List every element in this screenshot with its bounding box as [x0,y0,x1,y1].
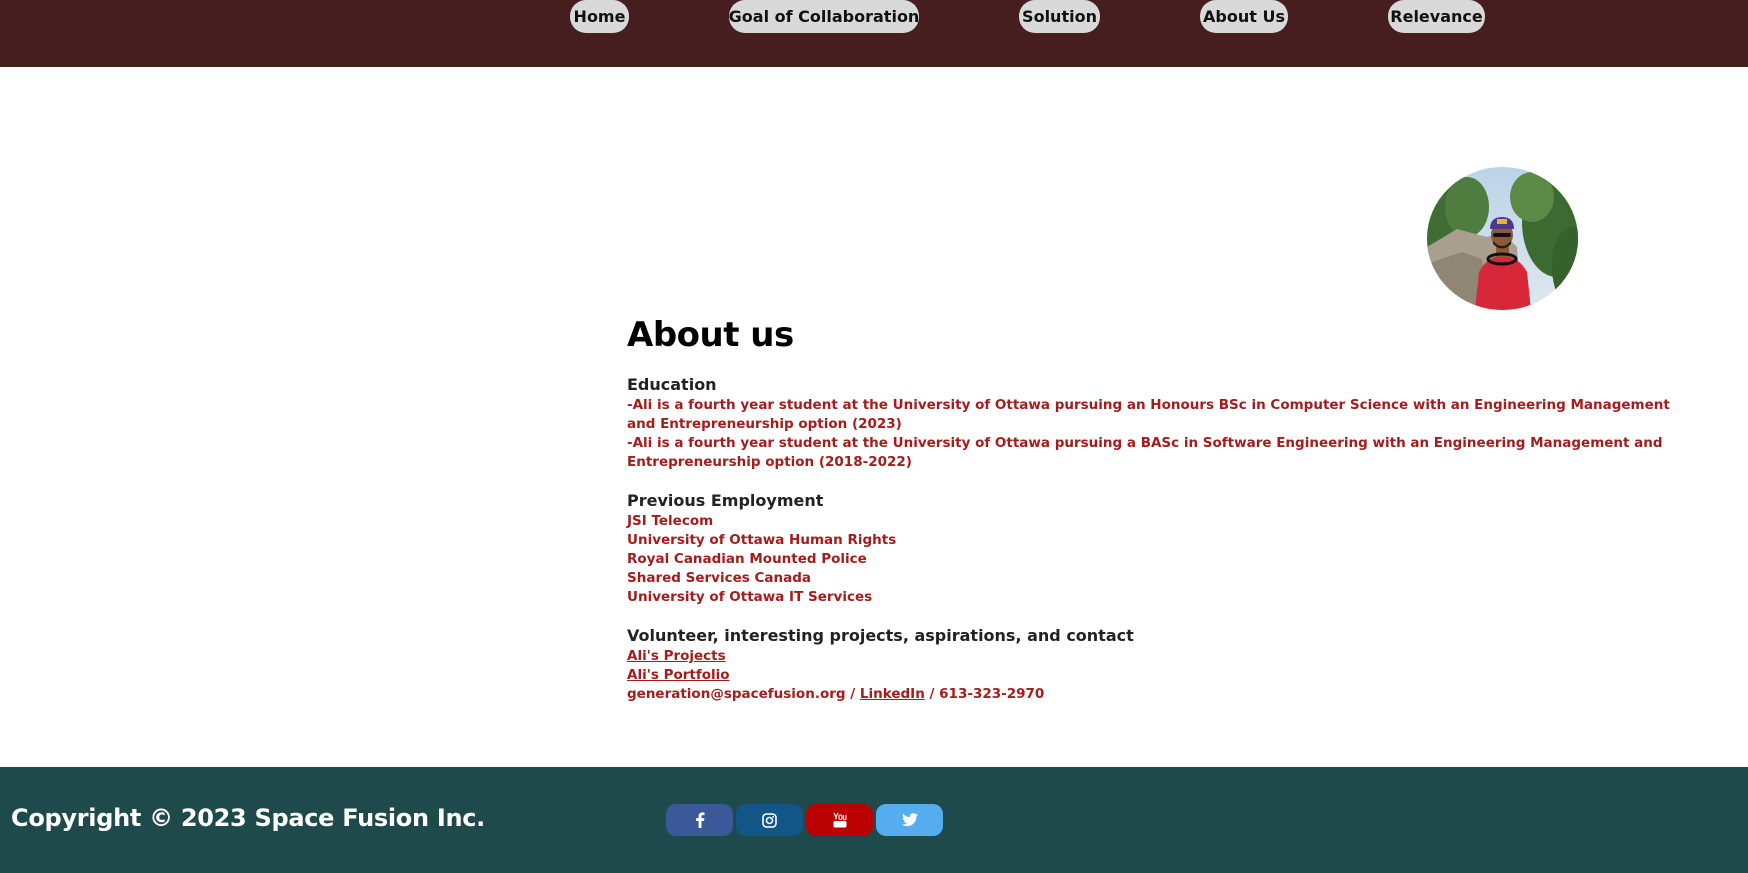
employment-heading: Previous Employment [627,491,824,510]
portfolio-link-row: Ali's Portfolio [627,666,1687,685]
twitter-icon [901,813,918,827]
contact-phone: 613-323-2970 [939,686,1045,702]
youtube-button[interactable] [806,804,873,836]
employment-item: Royal Canadian Mounted Police [627,551,867,567]
projects-link-row: Ali's Projects [627,647,1687,666]
instagram-button[interactable] [736,804,803,836]
volunteer-heading: Volunteer, interesting projects, aspirat… [627,626,1134,645]
contact-line: generation@spacefusion.org / LinkedIn / … [627,685,1687,704]
contact-separator: / [929,686,935,702]
education-heading: Education [627,375,717,394]
education-line: -Ali is a fourth year student at the Uni… [627,397,1670,432]
nav-home-button[interactable]: Home [570,0,629,33]
portfolio-link[interactable]: Ali's Portfolio [627,667,730,683]
twitter-button[interactable] [876,804,943,836]
profile-photo-image [1427,167,1578,310]
nav-about-us-button[interactable]: About Us [1200,0,1288,33]
youtube-icon [832,812,847,828]
volunteer-section: Volunteer, interesting projects, aspirat… [627,625,1687,704]
instagram-icon [762,812,777,828]
projects-link[interactable]: Ali's Projects [627,648,726,664]
education-section: Education -Ali is a fourth year student … [627,374,1687,472]
top-nav-bar: Home Goal of Collaboration Solution Abou… [0,0,1748,67]
linkedin-link[interactable]: LinkedIn [860,686,925,702]
employment-section: Previous Employment JSI Telecom Universi… [627,490,1687,607]
employment-item: JSI Telecom [627,513,714,529]
about-us-content: About us Education -Ali is a fourth year… [627,310,1687,704]
nav-goal-of-collaboration-button[interactable]: Goal of Collaboration [729,0,919,33]
page-title: About us [627,315,794,355]
employment-item: University of Ottawa IT Services [627,589,873,605]
facebook-button[interactable] [666,804,733,836]
contact-email: generation@spacefusion.org [627,686,846,702]
contact-separator: / [850,686,856,702]
facebook-icon [695,812,704,828]
education-line: -Ali is a fourth year student at the Uni… [627,435,1663,470]
footer: Copyright © 2023 Space Fusion Inc. [0,767,1748,873]
copyright-text: Copyright © 2023 Space Fusion Inc. [11,804,485,832]
profile-photo [1427,167,1578,310]
employment-item: University of Ottawa Human Rights [627,532,897,548]
employment-item: Shared Services Canada [627,570,811,586]
nav-relevance-button[interactable]: Relevance [1388,0,1485,33]
nav-solution-button[interactable]: Solution [1019,0,1100,33]
